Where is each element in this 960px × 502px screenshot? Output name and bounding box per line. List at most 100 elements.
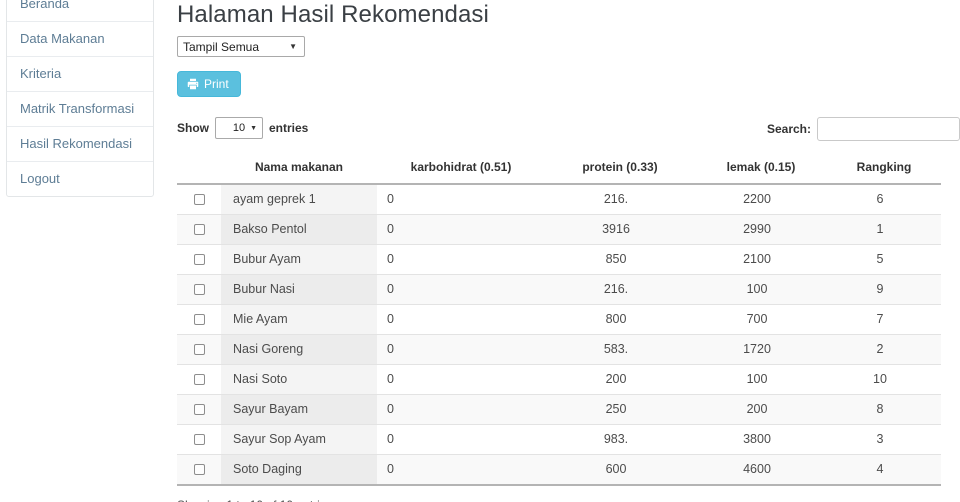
cell-lemak: 2200	[695, 184, 827, 215]
column-header-protein[interactable]: protein (0.33)	[545, 154, 695, 185]
cell-lemak: 700	[695, 304, 827, 335]
row-checkbox[interactable]	[193, 464, 205, 476]
printer-icon	[187, 78, 199, 90]
cell-nama-makanan: Nasi Soto	[221, 364, 377, 395]
cell-karbohidrat: 0	[377, 364, 545, 395]
cell-protein: 600	[545, 454, 695, 486]
cell-karbohidrat: 0	[377, 454, 545, 486]
cell-karbohidrat: 0	[377, 244, 545, 275]
page-length-select[interactable]: 10 ▼	[215, 117, 263, 139]
cell-protein: 200	[545, 364, 695, 395]
chevron-down-icon: ▼	[250, 124, 257, 132]
column-header-karbohidrat[interactable]: karbohidrat (0.51)	[377, 154, 545, 185]
cell-karbohidrat: 0	[377, 394, 545, 425]
table-info: Showing 1 to 10 of 10 entries	[177, 498, 332, 502]
cell-karbohidrat: 0	[377, 214, 545, 245]
page-root: Beranda Data Makanan Kriteria Matrik Tra…	[0, 0, 960, 502]
row-checkbox[interactable]	[193, 194, 205, 206]
row-checkbox[interactable]	[193, 374, 205, 386]
cell-nama-makanan: Nasi Goreng	[221, 334, 377, 365]
page-length-control: Show 10 ▼ entries	[177, 117, 308, 139]
table-row: Nasi Soto 0 200 100 10	[177, 364, 941, 395]
column-header-lemak[interactable]: lemak (0.15)	[695, 154, 827, 185]
cell-rangking: 1	[827, 214, 941, 245]
row-select-cell	[177, 214, 221, 245]
row-checkbox[interactable]	[193, 254, 205, 266]
table-row: Sayur Bayam 0 250 200 8	[177, 394, 941, 425]
cell-protein: 583.	[545, 334, 695, 365]
row-checkbox[interactable]	[193, 344, 205, 356]
sidebar-item-logout[interactable]: Logout	[7, 162, 153, 196]
table-controls: Show 10 ▼ entries Search:	[175, 117, 960, 145]
row-checkbox[interactable]	[193, 434, 205, 446]
cell-nama-makanan: Sayur Bayam	[221, 394, 377, 425]
column-header-rangking[interactable]: Rangking	[827, 154, 941, 185]
print-button-label: Print	[204, 77, 229, 91]
cell-rangking: 7	[827, 304, 941, 335]
cell-protein: 216.	[545, 184, 695, 215]
tampil-semua-select[interactable]: Tampil Semua ▼	[177, 36, 305, 57]
page-length-value: 10	[232, 122, 246, 134]
cell-lemak: 100	[695, 274, 827, 305]
search-input[interactable]	[817, 117, 960, 141]
cell-lemak: 200	[695, 394, 827, 425]
cell-karbohidrat: 0	[377, 334, 545, 365]
cell-lemak: 2100	[695, 244, 827, 275]
row-select-cell	[177, 244, 221, 275]
cell-rangking: 9	[827, 274, 941, 305]
table-row: Bakso Pentol 0 3916 2990 1	[177, 214, 941, 245]
cell-karbohidrat: 0	[377, 304, 545, 335]
tampil-semua-value: Tampil Semua	[183, 39, 260, 54]
cell-rangking: 3	[827, 424, 941, 455]
row-select-cell	[177, 184, 221, 215]
sidebar-item-kriteria[interactable]: Kriteria	[7, 57, 153, 92]
cell-nama-makanan: Sayur Sop Ayam	[221, 424, 377, 455]
row-select-cell	[177, 394, 221, 425]
print-button[interactable]: Print	[177, 71, 241, 97]
row-select-cell	[177, 424, 221, 455]
table-row: ayam geprek 1 0 216. 2200 6	[177, 184, 941, 215]
main-content: Halaman Hasil Rekomendasi Tampil Semua ▼…	[175, 0, 960, 502]
cell-karbohidrat: 0	[377, 274, 545, 305]
page-title: Halaman Hasil Rekomendasi	[177, 1, 489, 28]
cell-nama-makanan: Soto Daging	[221, 454, 377, 486]
row-checkbox[interactable]	[193, 284, 205, 296]
row-checkbox[interactable]	[193, 404, 205, 416]
cell-nama-makanan: ayam geprek 1	[221, 184, 377, 215]
table-row: Bubur Ayam 0 850 2100 5	[177, 244, 941, 275]
table-row: Nasi Goreng 0 583. 1720 2	[177, 334, 941, 365]
table-row: Soto Daging 0 600 4600 4	[177, 454, 941, 486]
sidebar-item-hasil-rekomendasi[interactable]: Hasil Rekomendasi	[7, 127, 153, 162]
table-header-row: Nama makanan karbohidrat (0.51) protein …	[177, 154, 941, 185]
cell-rangking: 5	[827, 244, 941, 275]
cell-nama-makanan: Bubur Ayam	[221, 244, 377, 275]
cell-protein: 3916	[545, 214, 695, 245]
chevron-down-icon: ▼	[289, 41, 297, 51]
sidebar-item-beranda[interactable]: Beranda	[7, 0, 153, 22]
search-label: Search:	[766, 122, 811, 136]
sidebar-nav: Beranda Data Makanan Kriteria Matrik Tra…	[6, 0, 154, 197]
row-select-cell	[177, 274, 221, 305]
cell-rangking: 6	[827, 184, 941, 215]
cell-nama-makanan: Mie Ayam	[221, 304, 377, 335]
show-label: Show	[177, 121, 209, 135]
cell-rangking: 4	[827, 454, 941, 486]
entries-label: entries	[269, 121, 309, 135]
row-select-cell	[177, 334, 221, 365]
cell-karbohidrat: 0	[377, 424, 545, 455]
cell-lemak: 3800	[695, 424, 827, 455]
cell-nama-makanan: Bubur Nasi	[221, 274, 377, 305]
cell-protein: 800	[545, 304, 695, 335]
search-control: Search:	[767, 117, 960, 141]
column-header-select[interactable]	[177, 154, 221, 185]
sidebar-item-matrik-transformasi[interactable]: Matrik Transformasi	[7, 92, 153, 127]
row-checkbox[interactable]	[193, 314, 205, 326]
row-checkbox[interactable]	[193, 224, 205, 236]
cell-protein: 216.	[545, 274, 695, 305]
table-footer: Showing 1 to 10 of 10 entries Previous 1…	[177, 498, 960, 502]
recommendation-table: Nama makanan karbohidrat (0.51) protein …	[177, 154, 941, 486]
column-header-nama-makanan[interactable]: Nama makanan	[221, 154, 377, 185]
cell-rangking: 10	[827, 364, 941, 395]
cell-nama-makanan: Bakso Pentol	[221, 214, 377, 245]
sidebar-item-data-makanan[interactable]: Data Makanan	[7, 22, 153, 57]
